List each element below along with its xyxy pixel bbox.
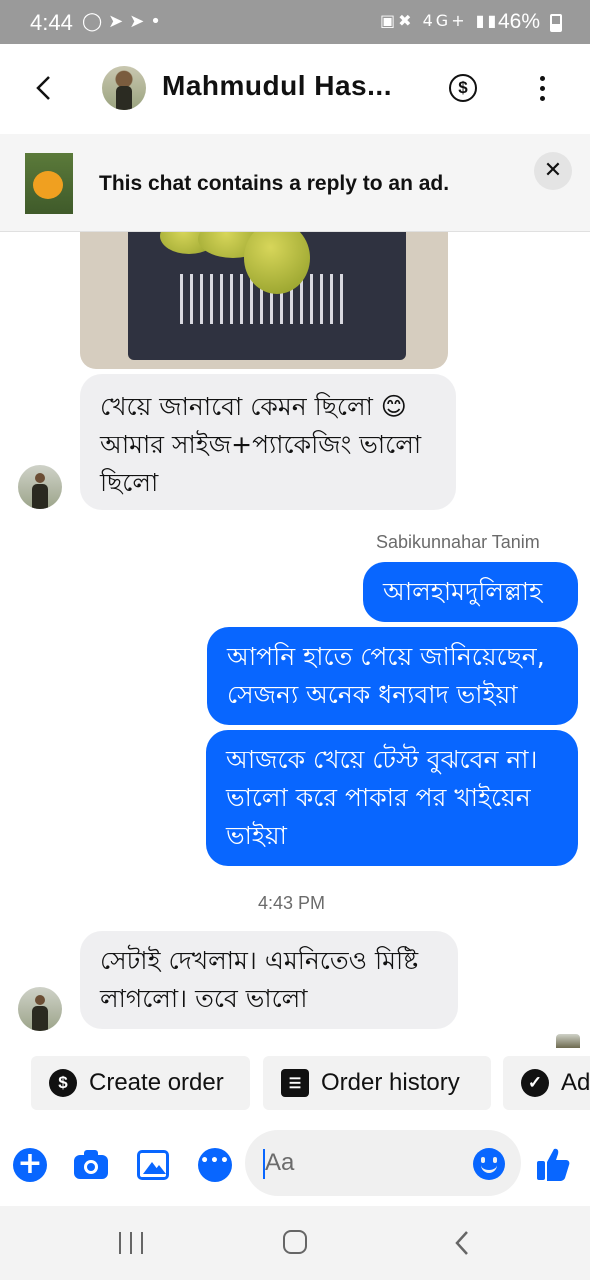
receipt-list-icon: ☰ bbox=[281, 1069, 309, 1097]
close-banner-button[interactable]: ✕ bbox=[534, 152, 572, 190]
message-placeholder: Aa bbox=[265, 1149, 295, 1176]
read-receipt-avatar bbox=[556, 1034, 580, 1048]
message-list[interactable]: খেয়ে জানাবো কেমন ছিলো 😊 আমার সাইজ+প্যাক… bbox=[0, 232, 590, 1052]
quick-actions-bar[interactable]: $ Create order ☰ Order history ✓ Ad bbox=[0, 1056, 590, 1114]
message-bubble-outgoing[interactable]: আলহামদুলিল্লাহ bbox=[363, 562, 578, 622]
message-timestamp: 4:43 PM bbox=[258, 893, 326, 913]
mango-photo[interactable] bbox=[80, 232, 448, 369]
message-text: ভাইয়া bbox=[226, 821, 287, 850]
message-text: ভালো করে পাকার পর খাইয়েন bbox=[226, 783, 531, 812]
system-nav-bar bbox=[0, 1206, 590, 1280]
ad-reply-banner: This chat contains a reply to an ad. bbox=[0, 134, 590, 232]
plus-icon[interactable]: + bbox=[13, 1148, 47, 1182]
message-text: আপনি হাতে পেয়ে জানিয়েছেন, bbox=[227, 642, 545, 671]
thumbs-up-icon[interactable] bbox=[536, 1146, 570, 1182]
message-bubble-outgoing[interactable]: আজকে খেয়ে টেস্ট বুঝবেন না। ভালো করে পাক… bbox=[206, 730, 578, 866]
battery-icon bbox=[550, 14, 562, 32]
camera-icon[interactable] bbox=[74, 1148, 108, 1182]
home-icon[interactable] bbox=[283, 1230, 307, 1254]
notification-icons: ◯➤➤• bbox=[82, 11, 167, 32]
ad-thumbnail[interactable] bbox=[25, 153, 73, 214]
message-bubble-incoming[interactable]: সেটাই দেখলাম। এমনিতেও মিষ্টি লাগলো। তবে … bbox=[80, 931, 458, 1029]
back-arrow-icon[interactable] bbox=[34, 74, 52, 102]
check-circle-icon: ✓ bbox=[521, 1069, 549, 1097]
status-time: 4:44 bbox=[30, 10, 73, 35]
signal-icons: ▣✖ 4G+ ▮▮ bbox=[380, 11, 500, 30]
message-text: আজকে খেয়ে টেস্ট বুঝবেন না। bbox=[226, 745, 538, 774]
message-text: ছিলো bbox=[100, 468, 159, 497]
recents-icon[interactable] bbox=[119, 1232, 143, 1254]
message-text: আমার সাইজ+প্যাকেজিং ভালো bbox=[100, 430, 422, 459]
order-history-button[interactable]: ☰ Order history bbox=[263, 1056, 491, 1110]
chat-header: Mahmudul Has... $ bbox=[0, 44, 590, 132]
message-composer: + ••• Aa bbox=[0, 1130, 590, 1200]
gallery-icon[interactable] bbox=[137, 1150, 169, 1180]
message-text: সেটাই দেখলাম। এমনিতেও মিষ্টি bbox=[100, 946, 419, 975]
message-text: লাগলো। তবে ভালো bbox=[100, 984, 308, 1013]
status-bar: 4:44 ◯➤➤• ▣✖ 4G+ ▮▮ 46% bbox=[0, 0, 590, 44]
chip-label: Ad bbox=[561, 1069, 590, 1096]
message-text: সেজন্য অনেক ধন্যবাদ ভাইয়া bbox=[227, 680, 518, 709]
network-type: 4G+ bbox=[422, 11, 468, 30]
emoji-icon[interactable] bbox=[473, 1148, 505, 1180]
ad-banner-text: This chat contains a reply to an ad. bbox=[99, 172, 450, 195]
message-bubble-outgoing[interactable]: আপনি হাতে পেয়ে জানিয়েছেন, সেজন্য অনেক … bbox=[207, 627, 578, 725]
sender-avatar[interactable] bbox=[18, 987, 62, 1031]
nav-back-icon[interactable] bbox=[454, 1230, 470, 1256]
message-input[interactable]: Aa bbox=[245, 1130, 521, 1196]
chat-bubble-icon[interactable]: ••• bbox=[198, 1148, 232, 1182]
dollar-circle-icon: $ bbox=[49, 1069, 77, 1097]
battery-percent: 46% bbox=[498, 10, 541, 33]
chip-label: Create order bbox=[89, 1069, 224, 1096]
chip-label: Order history bbox=[321, 1069, 460, 1096]
ad-button[interactable]: ✓ Ad bbox=[503, 1056, 590, 1110]
message-text: আলহামদুলিল্লাহ bbox=[383, 577, 543, 606]
contact-avatar[interactable] bbox=[102, 66, 146, 110]
sender-avatar[interactable] bbox=[18, 465, 62, 509]
message-bubble-incoming[interactable]: খেয়ে জানাবো কেমন ছিলো 😊 আমার সাইজ+প্যাক… bbox=[80, 374, 456, 510]
sender-name: Sabikunnahar Tanim bbox=[376, 532, 540, 552]
message-text: খেয়ে জানাবো কেমন ছিলো 😊 bbox=[100, 392, 407, 421]
contact-name[interactable]: Mahmudul Has... bbox=[162, 70, 392, 102]
create-order-button[interactable]: $ Create order bbox=[31, 1056, 250, 1110]
more-options-icon[interactable] bbox=[538, 76, 546, 102]
payment-button[interactable]: $ bbox=[449, 74, 477, 102]
